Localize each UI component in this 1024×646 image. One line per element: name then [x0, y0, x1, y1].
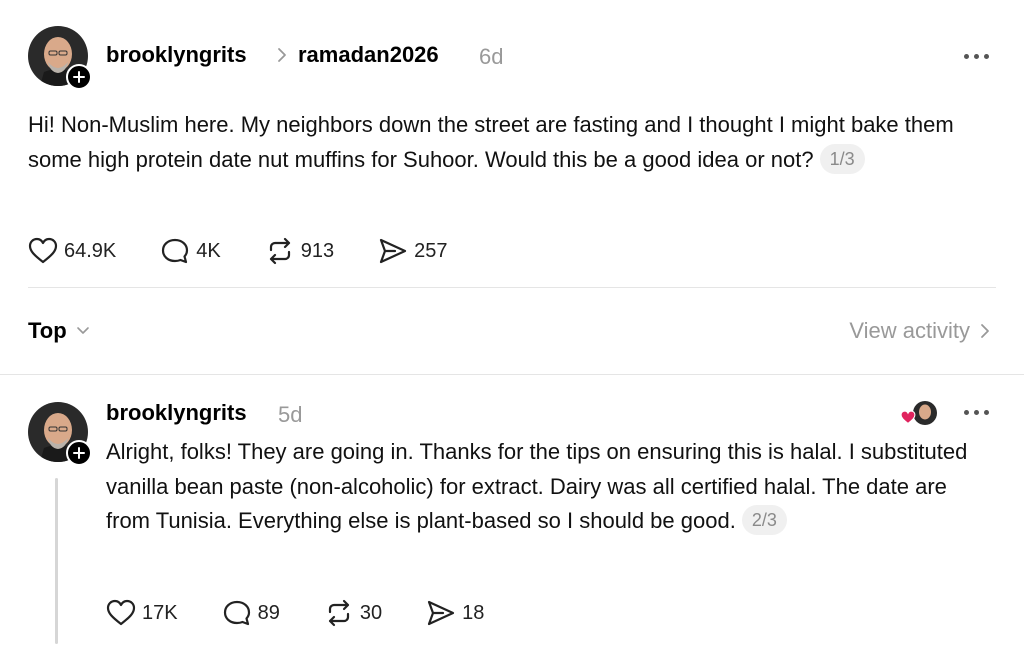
repost-count: 30 [359, 601, 383, 624]
reply-body: Alright, folks! They are going in. Thank… [106, 435, 996, 539]
post-more-options-icon[interactable] [964, 54, 989, 59]
post-body: Hi! Non-Muslim here. My neighbors down t… [28, 108, 988, 177]
repost-icon [328, 599, 349, 627]
repost-button[interactable]: 30 [324, 599, 382, 627]
heart-icon [106, 599, 136, 626]
share-count: 18 [462, 601, 485, 624]
reply-count: 4K [196, 239, 221, 262]
chevron-right-icon [981, 324, 989, 338]
post-page-badge: 1/3 [819, 143, 865, 174]
follow-plus-icon[interactable] [66, 64, 92, 90]
like-count: 64.9K [64, 239, 117, 262]
divider [0, 374, 1024, 375]
reply-body-text: Alright, folks! They are going in. Thank… [106, 439, 968, 533]
reply-author-avatar[interactable] [28, 402, 92, 466]
post-actions: 64.9K 4K 913 257 [28, 237, 491, 265]
like-button[interactable]: 64.9K [28, 237, 116, 265]
post-timestamp: 6d [479, 44, 504, 69]
post-username[interactable]: brooklyngrits [106, 42, 247, 68]
repost-count: 913 [300, 239, 335, 262]
chevron-down-icon [76, 327, 89, 334]
reply-actions: 17K 89 30 18 [106, 599, 528, 627]
view-activity-label: View activity [849, 318, 970, 343]
breadcrumb-chevron-icon [276, 46, 288, 69]
like-button[interactable]: 17K [106, 599, 178, 627]
sort-dropdown[interactable]: Top [28, 318, 91, 344]
divider [28, 287, 996, 288]
share-count: 257 [414, 239, 448, 262]
reply-count: 89 [257, 601, 280, 624]
comment-icon [223, 600, 250, 626]
like-count: 17K [142, 601, 178, 624]
comment-icon [162, 238, 189, 264]
follow-plus-icon[interactable] [66, 440, 92, 466]
sort-label: Top [28, 318, 67, 343]
reply-button[interactable]: 4K [160, 237, 221, 265]
send-icon [427, 600, 455, 626]
heart-icon [28, 237, 58, 264]
author-liked-indicator [900, 400, 940, 428]
thread-line [55, 478, 58, 644]
reply-button[interactable]: 89 [222, 599, 280, 627]
reply-username[interactable]: brooklyngrits [106, 400, 247, 426]
share-button[interactable]: 257 [378, 237, 447, 265]
post-author-avatar[interactable] [28, 26, 92, 90]
reply-more-options-icon[interactable] [964, 410, 989, 415]
post-body-text: Hi! Non-Muslim here. My neighbors down t… [28, 112, 954, 172]
share-button[interactable]: 18 [426, 599, 484, 627]
repost-button[interactable]: 913 [265, 237, 334, 265]
send-icon [380, 238, 407, 264]
repost-icon [269, 237, 290, 265]
view-activity-link[interactable]: View activity [849, 318, 992, 344]
red-heart-icon [900, 410, 916, 425]
reply-timestamp: 5d [278, 402, 303, 427]
reply-page-badge: 2/3 [741, 505, 787, 535]
post-community[interactable]: ramadan2026 [298, 42, 439, 68]
